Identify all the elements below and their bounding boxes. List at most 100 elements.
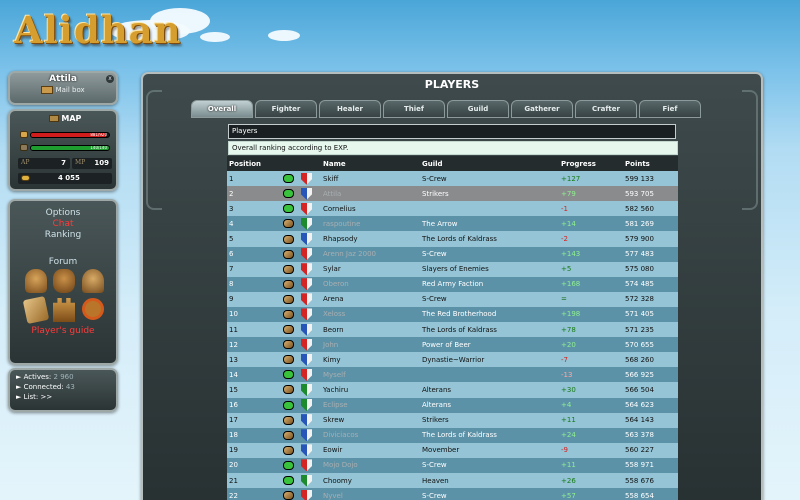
character-icon[interactable] bbox=[82, 269, 104, 293]
guild-cell[interactable]: Strikers bbox=[420, 413, 559, 428]
map-link[interactable]: MAP bbox=[25, 114, 105, 125]
table-row[interactable]: 14 Myself -13 566 925 bbox=[227, 367, 678, 383]
table-row[interactable]: 15 Yachiru Alterans +30 566 504 bbox=[227, 382, 678, 398]
list-line[interactable]: ► List: >> bbox=[16, 393, 52, 401]
player-name-cell[interactable]: Myself bbox=[321, 367, 420, 382]
table-row[interactable]: 13 Kimy Dynastie~Warrior -7 568 260 bbox=[227, 352, 678, 368]
table-row[interactable]: 5 Rhapsody The Lords of Kaldrass -2 579 900 bbox=[227, 231, 678, 247]
table-row[interactable]: 19 Eowir Movember -9 560 227 bbox=[227, 442, 678, 458]
site-logo[interactable]: Alidhan bbox=[14, 8, 181, 52]
table-row[interactable]: 10 Xeloss The Red Brotherhood +198 571 405 bbox=[227, 306, 678, 323]
player-name-cell[interactable]: Cornelius bbox=[321, 201, 420, 216]
guild-cell[interactable]: The Lords of Kaldrass bbox=[420, 428, 559, 443]
table-row[interactable]: 2 Attila Strikers +79 593 705 bbox=[227, 186, 678, 202]
tab-fief[interactable]: Fief bbox=[639, 100, 701, 118]
tab-guild[interactable]: Guild bbox=[447, 100, 509, 118]
table-row[interactable]: 4 raspoutine The Arrow +14 581 269 bbox=[227, 216, 678, 232]
table-row[interactable]: 7 Sylar Slayers of Enemies +5 575 080 bbox=[227, 261, 678, 277]
player-name-cell[interactable]: Oberon bbox=[321, 277, 420, 292]
player-name-cell[interactable]: Choomy bbox=[321, 473, 420, 488]
player-name-cell[interactable]: Eclipse bbox=[321, 398, 420, 413]
guild-cell[interactable] bbox=[420, 367, 559, 382]
guild-cell[interactable]: Movember bbox=[420, 443, 559, 458]
castle-icon[interactable] bbox=[53, 298, 75, 322]
scroll-icon[interactable] bbox=[22, 295, 50, 325]
table-row[interactable]: 22 Nyvel S-Crew +57 558 654 bbox=[227, 488, 678, 500]
table-row[interactable]: 12 John Power of Beer +20 570 655 bbox=[227, 337, 678, 353]
player-name-cell[interactable]: Attila bbox=[321, 186, 420, 201]
table-row[interactable]: 20 Mojo Dojo S-Crew +11 558 971 bbox=[227, 457, 678, 473]
player-name-cell[interactable]: Xeloss bbox=[321, 307, 420, 322]
ranking-link[interactable]: Ranking bbox=[10, 230, 116, 240]
guild-cell[interactable]: Heaven bbox=[420, 473, 559, 488]
player-name[interactable]: Attila bbox=[10, 74, 116, 84]
progress-cell: +79 bbox=[561, 189, 576, 198]
guild-cell[interactable]: Alterans bbox=[420, 398, 559, 413]
player-name-cell[interactable]: Diviciacos bbox=[321, 428, 420, 443]
guild-cell[interactable]: Power of Beer bbox=[420, 337, 559, 352]
tab-overall[interactable]: Overall bbox=[191, 100, 253, 118]
guild-cell[interactable]: Red Army Faction bbox=[420, 277, 559, 292]
player-name-cell[interactable]: Skrew bbox=[321, 413, 420, 428]
player-name-cell[interactable]: raspoutine bbox=[321, 216, 420, 231]
player-name-cell[interactable]: Beorn bbox=[321, 322, 420, 337]
chat-link[interactable]: Chat bbox=[10, 219, 116, 229]
table-row[interactable]: 1 Skiff S-Crew +127 599 133 bbox=[227, 171, 678, 187]
table-row[interactable]: 16 Eclipse Alterans +4 564 623 bbox=[227, 397, 678, 413]
inventory-icon[interactable] bbox=[25, 269, 47, 293]
players-guide-link[interactable]: Player's guide bbox=[10, 326, 116, 336]
table-row[interactable]: 21 Choomy Heaven +26 558 676 bbox=[227, 472, 678, 489]
guild-cell[interactable]: Slayers of Enemies bbox=[420, 262, 559, 277]
guild-cell[interactable]: S-Crew bbox=[420, 488, 559, 500]
table-row[interactable]: 17 Skrew Strikers +11 564 143 bbox=[227, 412, 678, 428]
tab-crafter[interactable]: Crafter bbox=[575, 100, 637, 118]
guild-cell[interactable]: Strikers bbox=[420, 186, 559, 201]
mail-icon bbox=[41, 86, 54, 94]
options-link[interactable]: Options bbox=[10, 208, 116, 218]
player-name-cell[interactable]: Sylar bbox=[321, 262, 420, 277]
tab-healer[interactable]: Healer bbox=[319, 100, 381, 118]
forum-link[interactable]: Forum bbox=[10, 257, 116, 267]
player-name-cell[interactable]: Arenn Jaz 2000 bbox=[321, 247, 420, 262]
table-row[interactable]: 6 Arenn Jaz 2000 S-Crew +143 577 483 bbox=[227, 246, 678, 262]
table-row[interactable]: 3 Cornelius -1 582 560 bbox=[227, 201, 678, 217]
guild-cell[interactable]: Alterans bbox=[420, 382, 559, 397]
list-link[interactable]: >> bbox=[40, 393, 52, 401]
player-name-cell[interactable]: Mojo Dojo bbox=[321, 458, 420, 473]
guild-cell[interactable]: S-Crew bbox=[420, 171, 559, 186]
guild-cell[interactable]: The Red Brotherhood bbox=[420, 307, 559, 322]
player-name-cell[interactable]: Skiff bbox=[321, 171, 420, 186]
player-name-cell[interactable]: Yachiru bbox=[321, 382, 420, 397]
guild-cell[interactable]: The Lords of Kaldrass bbox=[420, 322, 559, 337]
guild-cell[interactable] bbox=[420, 201, 559, 216]
column-guild[interactable]: Guild bbox=[420, 156, 559, 171]
player-name-cell[interactable]: Arena bbox=[321, 292, 420, 307]
backpack-icon[interactable] bbox=[53, 269, 75, 293]
player-name-cell[interactable]: Nyvel bbox=[321, 488, 420, 500]
guild-cell[interactable]: The Arrow bbox=[420, 216, 559, 231]
close-icon[interactable]: x bbox=[106, 75, 114, 83]
tab-thief[interactable]: Thief bbox=[383, 100, 445, 118]
column-points[interactable]: Points bbox=[623, 156, 678, 171]
ranking-type-select[interactable]: Players bbox=[228, 124, 676, 139]
table-row[interactable]: 9 Arena S-Crew = 572 328 bbox=[227, 291, 678, 307]
guild-cell[interactable]: S-Crew bbox=[420, 458, 559, 473]
tab-fighter[interactable]: Fighter bbox=[255, 100, 317, 118]
table-row[interactable]: 18 Diviciacos The Lords of Kaldrass +24 563 … bbox=[227, 427, 678, 443]
player-name-cell[interactable]: Eowir bbox=[321, 443, 420, 458]
player-name-cell[interactable]: Rhapsody bbox=[321, 231, 420, 246]
player-name-cell[interactable]: John bbox=[321, 337, 420, 352]
tab-gatherer[interactable]: Gatherer bbox=[511, 100, 573, 118]
no-entry-icon[interactable] bbox=[82, 298, 104, 320]
mailbox-link[interactable]: Mail box bbox=[10, 86, 116, 94]
column-position[interactable]: Position bbox=[227, 156, 281, 171]
table-row[interactable]: 11 Beorn The Lords of Kaldrass +78 571 235 bbox=[227, 322, 678, 338]
table-row[interactable]: 8 Oberon Red Army Faction +168 574 485 bbox=[227, 276, 678, 292]
guild-cell[interactable]: Dynastie~Warrior bbox=[420, 352, 559, 367]
guild-cell[interactable]: S-Crew bbox=[420, 247, 559, 262]
guild-cell[interactable]: S-Crew bbox=[420, 292, 559, 307]
column-progress[interactable]: Progress bbox=[559, 156, 623, 171]
column-name[interactable]: Name bbox=[321, 156, 420, 171]
player-name-cell[interactable]: Kimy bbox=[321, 352, 420, 367]
guild-cell[interactable]: The Lords of Kaldrass bbox=[420, 231, 559, 246]
